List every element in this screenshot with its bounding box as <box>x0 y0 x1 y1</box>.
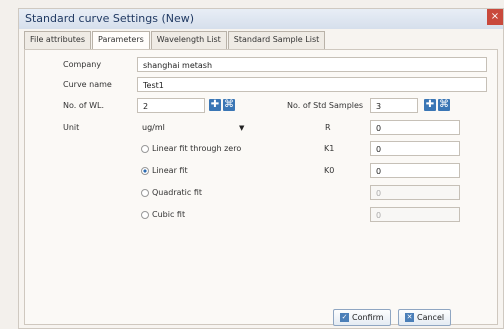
no-of-std-samples-field[interactable]: 3 <box>370 98 418 113</box>
wl-grid-icon[interactable]: ⌘ <box>223 99 235 111</box>
cancel-button[interactable]: ✕ Cancel <box>398 309 452 326</box>
coeff-k0-field[interactable]: 0 <box>370 163 460 178</box>
close-button[interactable]: × <box>487 9 503 25</box>
tab-standard-sample-list[interactable]: Standard Sample List <box>227 31 326 49</box>
radio-linear-fit-through-zero[interactable]: Linear fit through zero <box>141 144 241 153</box>
tab-wavelength-list[interactable]: Wavelength List <box>150 31 227 49</box>
std-add-icon[interactable]: ✚ <box>424 99 436 111</box>
title-bar: Standard curve Settings (New) × <box>19 9 503 29</box>
standard-curve-settings-dialog: Standard curve Settings (New) × File att… <box>18 8 504 329</box>
radio-label: Linear fit through zero <box>152 144 242 153</box>
coeff-k2-field: 0 <box>370 185 460 200</box>
radio-quadratic-fit[interactable]: Quadratic fit <box>141 188 202 197</box>
radio-circle[interactable] <box>141 210 149 219</box>
radio-circle[interactable] <box>141 188 149 197</box>
tab-bar: File attributes Parameters Wavelength Li… <box>24 31 326 49</box>
unit-label: Unit <box>63 123 80 132</box>
parameters-panel: Company shanghai metash Curve name Test1… <box>24 49 498 326</box>
no-of-wl-field[interactable]: 2 <box>137 98 205 113</box>
window-title: Standard curve Settings (New) <box>25 12 195 25</box>
tab-file-attributes[interactable]: File attributes <box>24 31 91 49</box>
confirm-icon: ✓ <box>340 313 349 322</box>
tab-parameters[interactable]: Parameters <box>92 31 150 49</box>
radio-cubic-fit[interactable]: Cubic fit <box>141 210 185 219</box>
coeff-r-label: R <box>325 123 331 132</box>
radio-label: Quadratic fit <box>152 188 203 197</box>
company-field[interactable]: shanghai metash <box>137 57 487 72</box>
coeff-k3-field: 0 <box>370 207 460 222</box>
radio-label: Cubic fit <box>152 210 186 219</box>
unit-select[interactable]: ug/ml <box>137 120 247 135</box>
coeff-r-field[interactable]: 0 <box>370 120 460 135</box>
radio-linear-fit[interactable]: Linear fit <box>141 166 188 175</box>
std-grid-icon[interactable]: ⌘ <box>438 99 450 111</box>
radio-circle[interactable] <box>141 166 149 175</box>
confirm-label: Confirm <box>352 313 384 322</box>
radio-label: Linear fit <box>152 166 188 175</box>
no-of-wl-label: No. of WL. <box>63 101 104 110</box>
no-of-std-samples-label: No. of Std Samples <box>287 101 364 110</box>
company-label: Company <box>63 60 102 69</box>
cancel-icon: ✕ <box>405 313 414 322</box>
coeff-k1-field[interactable]: 0 <box>370 141 460 156</box>
chevron-down-icon[interactable]: ▼ <box>239 124 244 132</box>
curve-name-label: Curve name <box>63 80 112 89</box>
wl-add-icon[interactable]: ✚ <box>209 99 221 111</box>
curve-name-field[interactable]: Test1 <box>137 77 487 92</box>
close-icon: × <box>490 11 500 22</box>
cancel-label: Cancel <box>417 313 445 322</box>
confirm-button[interactable]: ✓ Confirm <box>333 309 391 326</box>
coeff-k1-label: K1 <box>324 144 335 153</box>
radio-circle[interactable] <box>141 144 149 153</box>
coeff-k0-label: K0 <box>324 166 335 175</box>
